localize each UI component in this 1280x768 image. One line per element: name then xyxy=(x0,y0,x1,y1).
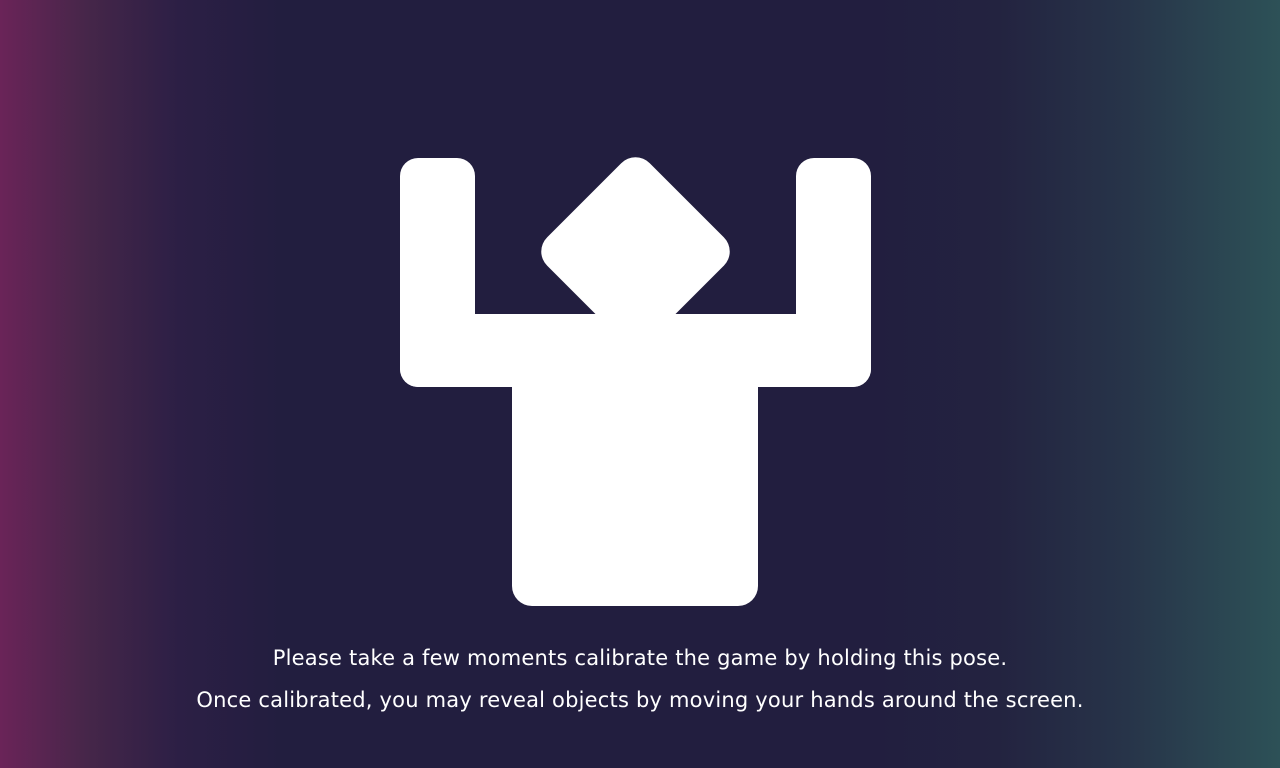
calibration-instruction-line-2: Once calibrated, you may reveal objects … xyxy=(196,688,1084,712)
calibration-screen: Please take a few moments calibrate the … xyxy=(0,0,1280,768)
pose-torso xyxy=(512,314,758,606)
calibration-instruction-line-1: Please take a few moments calibrate the … xyxy=(272,646,1008,670)
calibration-instructions: Please take a few moments calibrate the … xyxy=(0,638,1280,722)
